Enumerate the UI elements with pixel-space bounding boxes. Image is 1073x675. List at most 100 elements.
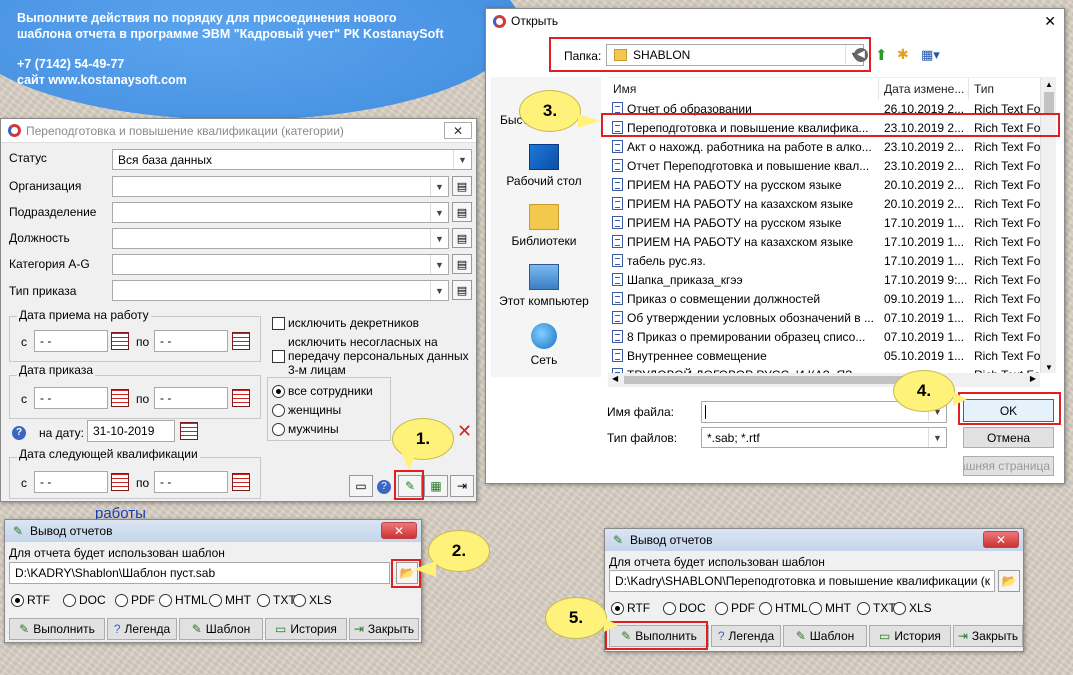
- book-icon[interactable]: ▤: [452, 280, 472, 300]
- calendar-icon[interactable]: [232, 473, 250, 491]
- column-date[interactable]: Дата измене...: [879, 78, 969, 100]
- organization-combo[interactable]: ▼: [112, 176, 449, 197]
- format-radio-html[interactable]: [759, 602, 772, 615]
- scroll-left-icon[interactable]: ◀: [612, 374, 618, 383]
- exclude-nonconsent-checkbox[interactable]: [272, 350, 285, 363]
- file-row[interactable]: Шапка_приказа_кгээ 17.10.2019 9:... Rich T…: [608, 271, 1040, 290]
- calendar-icon[interactable]: [111, 332, 129, 350]
- hscroll-thumb[interactable]: [624, 376, 924, 384]
- position-combo[interactable]: ▼: [112, 228, 449, 249]
- radio-women[interactable]: [272, 404, 285, 417]
- back-icon[interactable]: ◀: [854, 48, 868, 62]
- column-type[interactable]: Тип: [969, 78, 1044, 100]
- open-folder-icon[interactable]: 📂: [998, 570, 1020, 592]
- file-row[interactable]: Акт о нахожд. работника на работе в алко…: [608, 138, 1040, 157]
- file-row[interactable]: ПРИЕМ НА РАБОТУ на русском языке 17.10.20…: [608, 214, 1040, 233]
- nav-this-pc[interactable]: Этот компьютер: [494, 264, 594, 308]
- close-icon[interactable]: ✕: [983, 531, 1019, 548]
- clear-x-icon[interactable]: ✕: [457, 421, 472, 442]
- file-row[interactable]: ПРИЕМ НА РАБОТУ на казахском языке 20.10.…: [608, 195, 1040, 214]
- home-page-button[interactable]: Домашняя страница: [963, 456, 1054, 476]
- book-icon[interactable]: ▤: [452, 254, 472, 274]
- file-row[interactable]: ТРУДОВОЙ ДОГОВОР РУСС. И КАЗ. ЯЗ...Rich …: [608, 366, 1040, 373]
- format-radio-mht[interactable]: [809, 602, 822, 615]
- chevron-down-icon[interactable]: ▼: [430, 203, 448, 222]
- department-combo[interactable]: ▼: [112, 202, 449, 223]
- report-left-path-input[interactable]: D:\KADRY\Shablon\Шаблон пуст.sab: [9, 562, 390, 584]
- calendar-icon[interactable]: [232, 389, 250, 407]
- category-combo[interactable]: ▼: [112, 254, 449, 275]
- up-folder-icon[interactable]: ⬆: [875, 46, 888, 64]
- calendar-icon[interactable]: [111, 389, 129, 407]
- file-row[interactable]: ПРИЕМ НА РАБОТУ на казахском языке 17.10.…: [608, 233, 1040, 252]
- scroll-down-icon[interactable]: ▼: [1045, 363, 1053, 372]
- history-button[interactable]: ▭ История: [869, 625, 951, 647]
- cancel-button[interactable]: Отмена: [963, 427, 1054, 448]
- format-radio-txt[interactable]: [257, 594, 270, 607]
- legend-button[interactable]: ? Легенда: [711, 625, 781, 647]
- scroll-thumb[interactable]: [1044, 92, 1054, 114]
- format-radio-mht[interactable]: [209, 594, 222, 607]
- chevron-down-icon[interactable]: ▼: [430, 281, 448, 300]
- template-button[interactable]: ✎ Шаблон: [783, 625, 867, 647]
- file-row[interactable]: Приказ о совмещении должностей 09.10.2019…: [608, 290, 1040, 309]
- calendar-icon[interactable]: [180, 422, 198, 440]
- format-radio-txt[interactable]: [857, 602, 870, 615]
- legend-icon[interactable]: ?: [377, 480, 391, 494]
- folder-combo[interactable]: SHABLON ▼: [606, 44, 864, 66]
- order-to-input[interactable]: - -: [154, 387, 228, 409]
- chevron-down-icon[interactable]: ▼: [430, 177, 448, 196]
- close-button[interactable]: ⇥ Закрыть: [953, 625, 1023, 647]
- horizontal-scrollbar[interactable]: ◀ ▶: [608, 373, 1040, 387]
- file-row[interactable]: 8 Приказ о премировании образец списо...…: [608, 328, 1040, 347]
- exclude-maternity-checkbox[interactable]: [272, 317, 285, 330]
- nav-desktop[interactable]: Рабочий стол: [494, 144, 594, 188]
- template-button[interactable]: ✎ Шаблон: [179, 618, 263, 640]
- format-radio-pdf[interactable]: [115, 594, 128, 607]
- format-radio-rtf[interactable]: [611, 602, 624, 615]
- scroll-right-icon[interactable]: ▶: [1030, 374, 1036, 383]
- order-from-input[interactable]: - -: [34, 387, 108, 409]
- excel-icon[interactable]: ▦: [424, 475, 448, 497]
- next-to-input[interactable]: - -: [154, 471, 228, 493]
- chevron-down-icon[interactable]: ▼: [430, 255, 448, 274]
- close-icon[interactable]: ✕: [1044, 13, 1056, 30]
- history-button[interactable]: ▭ История: [265, 618, 347, 640]
- order-type-combo[interactable]: ▼: [112, 280, 449, 301]
- radio-men[interactable]: [272, 423, 285, 436]
- column-name[interactable]: Имя: [608, 78, 879, 100]
- file-row[interactable]: Внутреннее совмещение 05.10.2019 1... Rich…: [608, 347, 1040, 366]
- new-folder-icon[interactable]: ✱: [897, 46, 909, 63]
- format-radio-pdf[interactable]: [715, 602, 728, 615]
- book-icon[interactable]: ▤: [452, 202, 472, 222]
- book-icon[interactable]: ▤: [452, 176, 472, 196]
- radio-all-staff[interactable]: [272, 385, 285, 398]
- legend-button[interactable]: ? Легенда: [107, 618, 177, 640]
- format-radio-doc[interactable]: [63, 594, 76, 607]
- next-from-input[interactable]: - -: [34, 471, 108, 493]
- execute-button[interactable]: ✎ Выполнить: [9, 618, 105, 640]
- calendar-icon[interactable]: [232, 332, 250, 350]
- format-radio-rtf[interactable]: [11, 594, 24, 607]
- close-icon[interactable]: ✕: [381, 522, 417, 539]
- calendar-icon[interactable]: [111, 473, 129, 491]
- on-date-input[interactable]: 31-10-2019: [87, 420, 175, 442]
- nav-network[interactable]: Сеть: [494, 323, 594, 367]
- hire-to-input[interactable]: - -: [154, 330, 228, 352]
- format-radio-xls[interactable]: [293, 594, 306, 607]
- file-row[interactable]: Об утверждении условных обозначений в ..…: [608, 309, 1040, 328]
- format-radio-html[interactable]: [159, 594, 172, 607]
- file-row[interactable]: Отчет Переподготовка и повышение квал...…: [608, 157, 1040, 176]
- file-row[interactable]: табель рус.яз. 17.10.2019 1... Rich Text F…: [608, 252, 1040, 271]
- file-row[interactable]: ПРИЕМ НА РАБОТУ на русском языке 20.10.20…: [608, 176, 1040, 195]
- archive-icon[interactable]: ▭: [349, 475, 373, 497]
- exit-icon[interactable]: ⇥: [450, 475, 474, 497]
- book-icon[interactable]: ▤: [452, 228, 472, 248]
- format-radio-xls[interactable]: [893, 602, 906, 615]
- status-combo[interactable]: Вся база данных ▼: [112, 149, 472, 170]
- help-icon[interactable]: ?: [12, 426, 26, 440]
- chevron-down-icon[interactable]: ▼: [430, 229, 448, 248]
- scroll-up-icon[interactable]: ▲: [1045, 80, 1053, 89]
- view-menu-icon[interactable]: ▦▾: [921, 47, 940, 63]
- close-icon[interactable]: ✕: [444, 122, 472, 139]
